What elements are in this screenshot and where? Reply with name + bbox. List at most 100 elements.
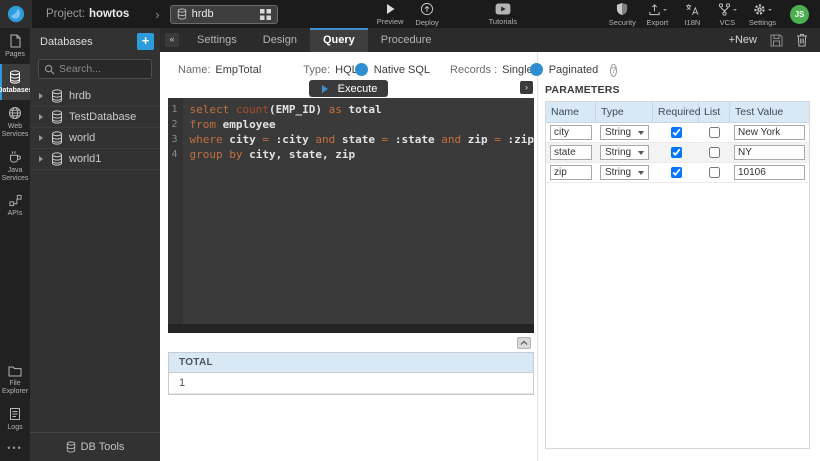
database-list-item[interactable]: world1 <box>30 149 160 170</box>
param-name-cell <box>546 125 596 140</box>
param-type-value: String <box>605 167 631 178</box>
line-number: 3 <box>168 132 178 147</box>
param-list-cell <box>699 167 730 178</box>
topbar-action-deploy[interactable]: Deploy <box>411 0 444 28</box>
database-search-input[interactable] <box>59 63 146 75</box>
databases-panel-header: Databases + <box>30 28 160 55</box>
collapse-panel-button[interactable]: « <box>165 33 179 47</box>
database-list-item[interactable]: TestDatabase <box>30 107 160 128</box>
sidebar-item-java-services[interactable]: Java Services <box>0 144 30 188</box>
user-avatar[interactable]: JS <box>790 5 809 24</box>
parameters-header-row: NameTypeRequiredListTest Value <box>546 102 809 123</box>
folder-icon <box>8 365 22 377</box>
sql-editor[interactable]: 1234 select count(EMP_ID) as totalfrom e… <box>168 98 534 333</box>
chevron-down-icon <box>663 9 667 13</box>
database-icon <box>9 70 21 84</box>
database-item-label: world1 <box>69 153 101 165</box>
i18n-icon <box>685 3 699 16</box>
results-table: TOTAL 1 <box>168 352 534 395</box>
project-breadcrumb: Project: howtos <box>46 8 129 20</box>
main-content: « SettingsDesignQueryProcedure +New Name… <box>160 28 820 461</box>
code-token: count <box>236 103 269 116</box>
topbar-action-export[interactable]: Export <box>641 0 674 28</box>
name-label: Name: <box>178 64 210 76</box>
param-testvalue-input[interactable] <box>734 125 805 140</box>
param-required-cell <box>653 127 699 138</box>
param-testvalue-input[interactable] <box>734 165 805 180</box>
database-list-item[interactable]: hrdb <box>30 86 160 107</box>
param-column-header: Name <box>546 102 596 122</box>
sidebar-item-databases[interactable]: Databases <box>0 64 30 100</box>
param-required-checkbox[interactable] <box>671 127 682 138</box>
param-name-input[interactable] <box>550 145 592 160</box>
db-tools-button[interactable]: DB Tools <box>30 432 160 461</box>
param-testvalue-input[interactable] <box>734 145 805 160</box>
topbar-action-i18n[interactable]: I18N <box>676 0 709 28</box>
expand-params-button[interactable]: › <box>520 81 533 94</box>
database-item-label: world <box>69 132 95 144</box>
sidebar-item-file-explorer[interactable]: File Explorer <box>0 359 30 401</box>
topbar-action-label: VCS <box>720 18 735 27</box>
topbar-action-settings[interactable]: Settings <box>746 0 779 28</box>
tab-settings[interactable]: Settings <box>184 28 250 52</box>
param-name-cell <box>546 165 596 180</box>
type-toggle-knob <box>355 63 368 76</box>
param-type-select[interactable]: String <box>600 145 649 160</box>
param-name-input[interactable] <box>550 125 592 140</box>
save-icon[interactable] <box>770 34 783 47</box>
tab-query[interactable]: Query <box>310 28 368 52</box>
records-toggle-knob <box>530 63 543 76</box>
sidebar-item-web-services[interactable]: Web Services <box>0 100 30 144</box>
topbar-action-tutorials[interactable]: Tutorials <box>486 0 520 28</box>
tab-procedure[interactable]: Procedure <box>368 28 445 52</box>
editor-h-scrollbar[interactable] <box>168 324 534 333</box>
code-token: = <box>262 133 275 146</box>
editor-code: select count(EMP_ID) as totalfrom employ… <box>183 98 534 333</box>
add-database-button[interactable]: + <box>137 33 154 50</box>
code-token: total <box>348 103 381 116</box>
tabs-group: SettingsDesignQueryProcedure <box>184 28 445 52</box>
sidebar-item-label: Databases <box>0 87 33 95</box>
sidebar-item-logs[interactable]: Logs <box>0 401 30 437</box>
database-list-item[interactable]: world <box>30 128 160 149</box>
topbar-actions-right: SecurityExportI18N VCS Settings JS <box>606 0 820 28</box>
expand-caret-icon[interactable] <box>39 135 46 141</box>
topbar-action-vcs[interactable]: VCS <box>711 0 744 28</box>
trash-icon[interactable] <box>796 33 808 47</box>
db-tools-label: DB Tools <box>81 441 125 453</box>
param-list-checkbox[interactable] <box>709 167 720 178</box>
param-list-checkbox[interactable] <box>709 127 720 138</box>
param-required-checkbox[interactable] <box>671 147 682 158</box>
expand-caret-icon[interactable] <box>39 114 46 120</box>
param-name-input[interactable] <box>550 165 592 180</box>
expand-caret-icon[interactable] <box>39 156 46 162</box>
collapse-results-button[interactable] <box>517 337 531 349</box>
query-name-value: EmpTotal <box>215 64 261 76</box>
shield-icon <box>616 2 628 16</box>
topbar-action-security[interactable]: Security <box>606 0 639 28</box>
records-label: Records : <box>450 64 497 76</box>
collapse-results-row <box>160 337 537 350</box>
workspace: Pages Databases Web ServicesJava ServicesA… <box>0 28 820 461</box>
execute-button[interactable]: Execute <box>309 80 389 97</box>
param-list-checkbox[interactable] <box>709 147 720 158</box>
tab-design[interactable]: Design <box>250 28 310 52</box>
code-token: = <box>494 133 507 146</box>
param-testvalue-cell <box>730 125 809 140</box>
database-selector[interactable]: hrdb <box>170 5 278 24</box>
new-query-button[interactable]: +New <box>729 34 757 46</box>
param-type-select[interactable]: String <box>600 125 649 140</box>
rail-overflow-button[interactable]: ••• <box>0 437 30 461</box>
expand-caret-icon[interactable] <box>39 93 46 99</box>
param-type-select[interactable]: String <box>600 165 649 180</box>
databases-panel: Databases + hrdbTestDatabaseworldworld1 … <box>30 28 160 461</box>
topbar-action-security-icon-row <box>616 2 628 16</box>
param-type-value: String <box>605 147 631 158</box>
results-row: 1 <box>169 373 533 394</box>
app-logo[interactable] <box>0 0 32 28</box>
topbar-action-preview[interactable]: Preview <box>374 0 407 28</box>
sidebar-item-apis[interactable]: APIs <box>0 188 30 223</box>
editor-line-numbers: 1234 <box>168 98 183 333</box>
param-required-checkbox[interactable] <box>671 167 682 178</box>
sidebar-item-pages[interactable]: Pages <box>0 28 30 64</box>
